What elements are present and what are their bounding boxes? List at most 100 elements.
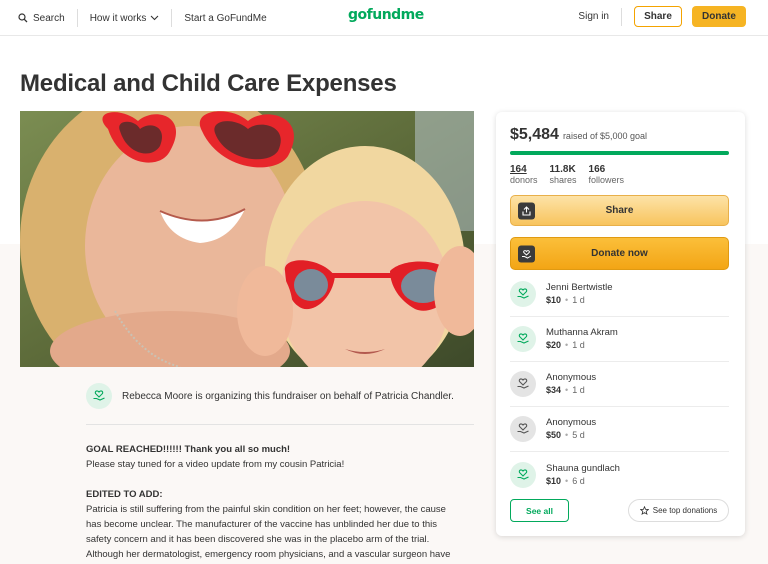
donate-now-button[interactable]: Donate now: [510, 237, 729, 270]
organizer-avatar: [86, 383, 112, 409]
nav-start-link[interactable]: Start a GoFundMe: [184, 13, 266, 24]
page-title: Medical and Child Care Expenses: [20, 70, 397, 97]
donation-info: Muthanna Akram $20 • 1 d: [546, 326, 618, 352]
donor-avatar: [510, 281, 536, 307]
story-line: GOAL REACHED!!!!!! Thank you all so much…: [86, 444, 291, 455]
separator-dot: •: [565, 430, 569, 440]
donor-avatar: [510, 461, 536, 488]
donation-time: 6 d: [572, 475, 585, 486]
share-button-label: Share: [605, 205, 634, 216]
separator-dot: •: [565, 295, 569, 305]
donation-amount: $20: [546, 340, 562, 350]
heart-hand-icon: [516, 422, 530, 436]
top-nav: Search How it works Start a GoFundMe gof…: [0, 0, 768, 36]
donation-row: Muthanna Akram $20 • 1 d: [510, 317, 729, 362]
header-donate-button[interactable]: Donate: [692, 6, 746, 27]
stat-donors[interactable]: 164 donors: [510, 164, 538, 186]
donation-meta: $10 • 6 d: [546, 475, 620, 488]
donor-avatar: [510, 416, 536, 442]
donor-avatar: [510, 371, 536, 397]
search-icon: [18, 13, 28, 23]
separator-dot: •: [565, 475, 569, 486]
donor-avatar: [510, 326, 536, 352]
stat-number: 11.8K: [549, 164, 576, 175]
donation-list: Jenni Bertwistle $10 • 1 d Muthanna Akram $20…: [510, 272, 729, 497]
see-top-donations-label: See top donations: [652, 506, 718, 515]
donation-info: Anonymous $50 • 5 d: [546, 416, 596, 442]
nav-divider: [171, 9, 173, 27]
story-line: safety concern and it has been discovere…: [86, 534, 430, 545]
story-line: Please stay tuned for a video update fro…: [86, 459, 345, 470]
story-line: has become unclear. The manufacturer of …: [86, 519, 438, 530]
heart-hand-icon: [93, 390, 105, 401]
see-all-button[interactable]: See all: [510, 499, 569, 522]
campaign-photo: [20, 111, 474, 367]
nav-search-label: Search: [33, 12, 65, 24]
signin-link[interactable]: Sign in: [578, 11, 609, 22]
story-spacer: [86, 472, 478, 487]
donation-info: Anonymous $34 • 1 d: [546, 371, 596, 397]
stat-label: followers: [588, 175, 625, 185]
donation-time: 1 d: [572, 295, 585, 305]
share-icon: [518, 202, 535, 219]
donation-row: Shauna gundlach $10 • 6 d: [510, 452, 729, 497]
raised-goal: raised of $5,000 goal: [562, 131, 648, 141]
stat-followers: 166 followers: [589, 164, 625, 186]
organizer-text: Rebecca Moore is organizing this fundrai…: [122, 390, 454, 402]
divider: [86, 424, 474, 425]
stat-shares: 11.8K shares: [550, 164, 577, 186]
separator-dot: •: [565, 385, 569, 395]
header-share-button[interactable]: Share: [634, 6, 682, 27]
story-body: GOAL REACHED!!!!!! Thank you all so much…: [86, 442, 478, 562]
nav-left: Search How it works Start a GoFundMe: [18, 0, 267, 36]
donation-card: $5,484 raised of $5,000 goal 164 donors …: [496, 112, 745, 536]
story-heading: EDITED TO ADD:: [86, 489, 163, 500]
stat-number: 166: [588, 164, 606, 175]
heart-hand-icon: [516, 332, 530, 346]
see-top-donations-button[interactable]: See top donations: [628, 499, 729, 522]
heart-hand-icon: [516, 287, 530, 301]
donation-row: Anonymous $34 • 1 d: [510, 362, 729, 407]
stats-row: 164 donors 11.8K shares 166 followers: [510, 164, 624, 186]
donor-name: Jenni Bertwistle: [546, 282, 613, 293]
donation-meta: $20 • 1 d: [546, 339, 618, 352]
donation-info: Jenni Bertwistle $10 • 1 d: [546, 281, 613, 307]
donation-amount: $34: [546, 385, 562, 395]
donation-amount: $10: [546, 295, 562, 305]
nav-search-button[interactable]: Search: [18, 13, 65, 24]
raised-summary: $5,484 raised of $5,000 goal: [510, 126, 647, 144]
nav-how-label: How it works: [89, 12, 147, 24]
gofundme-logo[interactable]: gofundme: [348, 7, 424, 23]
donate-icon: [518, 245, 535, 262]
donation-row: Anonymous $50 • 5 d: [510, 407, 729, 452]
nav-divider: [76, 9, 78, 27]
stat-label: donors: [510, 175, 538, 185]
nav-divider: [621, 7, 622, 26]
organizer-row: Rebecca Moore is organizing this fundrai…: [86, 383, 474, 409]
star-icon: [639, 506, 649, 515]
donation-amount: $50: [546, 430, 562, 440]
donate-now-label: Donate now: [591, 248, 648, 259]
share-button[interactable]: Share: [510, 195, 729, 226]
nav-right: Sign in Share Donate: [578, 6, 746, 27]
heart-hand-icon: [516, 468, 530, 482]
donation-meta: $10 • 1 d: [546, 294, 613, 307]
raised-amount: $5,484: [510, 126, 559, 143]
nav-how-it-works[interactable]: How it works: [90, 13, 160, 24]
stat-number: 164: [510, 164, 527, 175]
donation-info: Shauna gundlach $10 • 6 d: [546, 462, 620, 488]
donation-time: 1 d: [572, 340, 585, 350]
progress-bar: [510, 151, 729, 155]
donation-time: 5 d: [572, 430, 585, 440]
donation-row: Jenni Bertwistle $10 • 1 d: [510, 272, 729, 317]
stat-label: shares: [549, 175, 577, 185]
donation-meta: $50 • 5 d: [546, 429, 596, 442]
progress-bar-fill: [510, 151, 729, 155]
donor-name: Anonymous: [546, 417, 597, 428]
donor-name: Anonymous: [546, 372, 597, 383]
donor-name: Muthanna Akram: [546, 327, 618, 338]
story-line: Although her dermatologist, emergency ro…: [86, 549, 451, 560]
donation-time: 1 d: [572, 385, 585, 395]
separator-dot: •: [565, 340, 569, 350]
heart-hand-icon: [516, 377, 530, 391]
